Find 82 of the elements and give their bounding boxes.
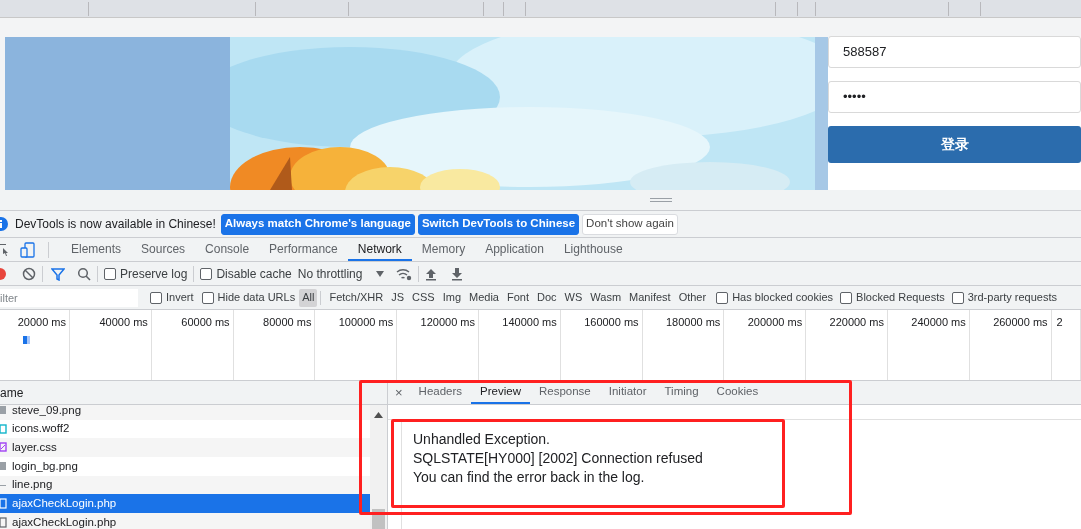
type-filter[interactable]: Other: [675, 288, 710, 307]
checkbox[interactable]: Preserve log: [104, 264, 188, 283]
info-icon: [0, 217, 9, 231]
time-tick-label: 40000 ms: [99, 315, 148, 330]
devtools-tab[interactable]: Sources: [131, 238, 196, 261]
type-filter[interactable]: Doc: [534, 288, 560, 307]
file-icon: [0, 405, 7, 416]
request-row[interactable]: steve_09.png: [0, 405, 370, 420]
time-tick-label: 180000 ms: [665, 315, 721, 330]
column-header[interactable]: ame: [0, 383, 24, 402]
detail-tab[interactable]: Timing: [655, 381, 708, 404]
detail-tab[interactable]: Response: [529, 381, 600, 404]
request-row[interactable]: ajaxCheckLogin.php: [0, 513, 370, 529]
type-filter[interactable]: Wasm: [587, 288, 625, 307]
type-filter[interactable]: All: [299, 288, 318, 307]
type-filter[interactable]: Media: [466, 288, 502, 307]
download-icon[interactable]: [451, 266, 464, 281]
file-icon: [0, 423, 7, 435]
username-field[interactable]: 588587: [828, 36, 1081, 68]
checkbox[interactable]: Invert: [150, 289, 194, 306]
infobar-button[interactable]: Don't show again: [582, 213, 678, 235]
checkbox[interactable]: Disable cache: [200, 264, 292, 283]
devtools-tab[interactable]: Elements: [61, 238, 132, 261]
upload-icon[interactable]: [425, 266, 438, 281]
file-icon: [0, 498, 7, 510]
time-tick-label: 200000 ms: [747, 315, 803, 330]
time-tick-label: 220000 ms: [829, 315, 884, 330]
preview-text-line: Unhandled Exception.: [413, 430, 551, 449]
close-button[interactable]: ×: [388, 381, 410, 404]
checkbox[interactable]: Has blocked cookies: [716, 289, 834, 306]
search-icon[interactable]: [77, 266, 91, 281]
dropdown-arrow-icon: [376, 270, 385, 277]
devtools-tab[interactable]: Performance: [259, 238, 348, 261]
detail-tab[interactable]: Initiator: [599, 381, 656, 404]
time-tick-label: 100000 ms: [338, 315, 394, 330]
scroll-up-icon[interactable]: [374, 412, 383, 418]
request-timing-bar: [23, 336, 30, 344]
network-conditions-icon[interactable]: [396, 266, 413, 281]
time-tick-label: 2: [1056, 315, 1063, 330]
detail-tab[interactable]: Cookies: [707, 381, 768, 404]
filter-field[interactable]: ilter: [0, 288, 138, 307]
devtools-tab[interactable]: Memory: [411, 238, 476, 261]
checkbox[interactable]: 3rd-party requests: [951, 289, 1057, 306]
preview-text-line: You can find the error back in the log.: [413, 468, 646, 487]
type-filter[interactable]: Img: [439, 288, 464, 307]
login-button[interactable]: 登录: [828, 126, 1081, 163]
devtools-tab[interactable]: Lighthouse: [553, 238, 633, 261]
type-filter[interactable]: Fetch/XHR: [326, 288, 387, 307]
time-tick-label: 240000 ms: [911, 315, 966, 330]
time-tick-label: 80000 ms: [263, 315, 312, 330]
infobar-button[interactable]: Switch DevTools to Chinese: [417, 213, 580, 235]
password-field[interactable]: •••••: [828, 81, 1081, 113]
detail-tab[interactable]: Headers: [409, 381, 472, 404]
type-filter[interactable]: Manifest: [626, 288, 674, 307]
request-row[interactable]: layer.css: [0, 438, 370, 458]
time-tick-label: 20000 ms: [17, 315, 66, 330]
detail-tab[interactable]: Preview: [471, 381, 530, 404]
devtools-tab[interactable]: Application: [475, 238, 554, 261]
checkbox[interactable]: Hide data URLs: [201, 289, 296, 306]
request-row[interactable]: ajaxCheckLogin.php: [0, 494, 370, 514]
infobar-button[interactable]: Always match Chrome's language: [220, 213, 415, 235]
file-icon: [0, 442, 7, 454]
time-tick-label: 60000 ms: [181, 315, 230, 330]
type-filter[interactable]: CSS: [409, 288, 438, 307]
type-filter[interactable]: Font: [504, 288, 532, 307]
checkbox[interactable]: Blocked Requests: [840, 289, 945, 306]
preview-text-line: SQLSTATE[HY000] [2002] Connection refused: [413, 449, 703, 468]
devtools-tab[interactable]: Console: [195, 238, 260, 261]
throttling-dropdown[interactable]: No throttling: [297, 264, 385, 283]
file-icon: [0, 516, 7, 528]
time-tick-label: 260000 ms: [993, 315, 1048, 330]
type-filter[interactable]: WS: [561, 288, 586, 307]
time-tick-label: 120000 ms: [420, 315, 475, 330]
resize-handle[interactable]: [649, 198, 672, 202]
filter-icon[interactable]: [51, 266, 65, 281]
time-tick-label: 140000 ms: [502, 315, 557, 330]
time-tick-label: 160000 ms: [584, 315, 639, 330]
file-icon: [0, 460, 7, 472]
type-filter[interactable]: JS: [388, 288, 408, 307]
clear-icon[interactable]: [22, 266, 36, 281]
record-icon[interactable]: [0, 266, 7, 281]
info-message: DevTools is now available in Chinese!: [15, 216, 216, 233]
